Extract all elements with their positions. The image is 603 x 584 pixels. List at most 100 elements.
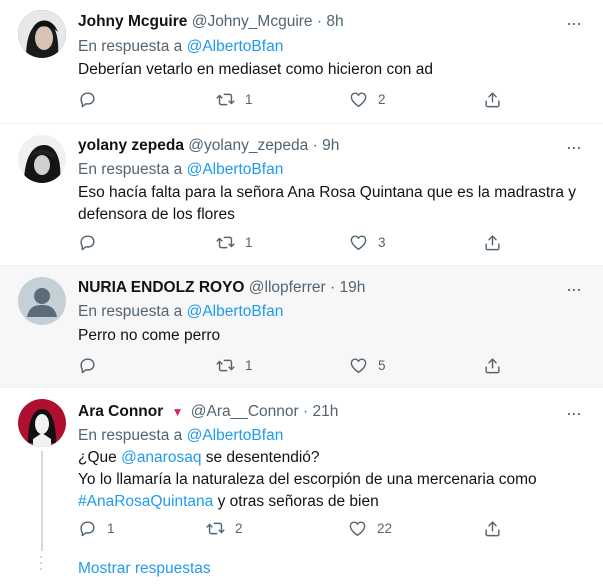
user-handle[interactable]: @yolany_zepeda	[188, 137, 308, 154]
thread-dots	[40, 556, 42, 574]
tweet-text: Eso hacía falta para la señora Ana Rosa …	[78, 182, 578, 226]
share-icon	[483, 519, 502, 538]
retweet-count: 1	[245, 235, 253, 250]
display-name[interactable]: yolany zepeda	[78, 137, 184, 154]
retweet-icon	[206, 519, 225, 538]
timestamp[interactable]: 19h	[340, 279, 366, 296]
tweet-header: NURIA ENDOLZ ROYO @llopferrer · 19h	[78, 279, 365, 297]
more-options-icon[interactable]: ···	[566, 138, 582, 156]
text-fragment: y otras señoras de bien	[213, 493, 379, 510]
reply-prefix: En respuesta a	[78, 303, 183, 320]
tweet-text-line: defensora de los flores	[78, 206, 235, 223]
timestamp[interactable]: 21h	[313, 403, 339, 420]
reply-context: En respuesta a @AlbertoBfan	[78, 38, 283, 56]
retweet-icon	[216, 356, 235, 375]
reply-mention[interactable]: @AlbertoBfan	[187, 303, 284, 320]
reply-button[interactable]	[78, 233, 107, 252]
reply-context: En respuesta a @AlbertoBfan	[78, 303, 283, 321]
more-options-icon[interactable]: ···	[566, 14, 582, 32]
retweet-icon	[216, 233, 235, 252]
user-handle[interactable]: @Johny_Mcguire	[192, 13, 313, 30]
user-handle[interactable]: @Ara__Connor	[191, 403, 299, 420]
tweet-text-line: ¿Que @anarosaq se desentendió?	[78, 447, 578, 469]
tweet-text: Perro no come perro	[78, 327, 221, 344]
share-button[interactable]	[483, 356, 502, 375]
share-icon	[483, 233, 502, 252]
tweet-nuria[interactable]: NURIA ENDOLZ ROYO @llopferrer · 19h ··· …	[0, 266, 603, 388]
default-avatar-icon	[18, 277, 66, 325]
tweet-text: Deberían vetarlo en mediaset como hicier…	[78, 61, 433, 78]
reply-mention[interactable]: @AlbertoBfan	[187, 427, 284, 444]
tweet-header: yolany zepeda @yolany_zepeda · 9h	[78, 137, 339, 155]
retweet-button[interactable]: 2	[206, 519, 243, 538]
retweet-button[interactable]: 1	[216, 356, 253, 375]
tweet-yolany[interactable]: yolany zepeda @yolany_zepeda · 9h ··· En…	[0, 124, 603, 266]
more-options-icon[interactable]: ···	[566, 280, 582, 298]
like-icon	[349, 233, 368, 252]
reply-button[interactable]	[78, 90, 107, 109]
like-button[interactable]: 3	[349, 233, 386, 252]
reply-context: En respuesta a @AlbertoBfan	[78, 161, 283, 179]
profile-badge-icon: ▼	[171, 405, 184, 419]
show-replies-link[interactable]: Mostrar respuestas	[78, 560, 211, 578]
like-icon	[349, 90, 368, 109]
retweet-button[interactable]: 1	[216, 233, 253, 252]
tweet-text-line: #AnaRosaQuintana y otras señoras de bien	[78, 491, 578, 513]
reply-prefix: En respuesta a	[78, 427, 183, 444]
tweet-header: Johny Mcguire @Johny_Mcguire · 8h	[78, 13, 344, 31]
display-name[interactable]: Ara Connor	[78, 403, 163, 420]
reply-count: 1	[107, 521, 115, 536]
hashtag-link[interactable]: #AnaRosaQuintana	[78, 493, 213, 510]
reply-button[interactable]: 1	[78, 519, 115, 538]
reply-icon	[78, 233, 97, 252]
user-handle[interactable]: @llopferrer	[249, 279, 326, 296]
reply-button[interactable]	[78, 356, 107, 375]
retweet-button[interactable]: 1	[216, 90, 253, 109]
mention-link[interactable]: @anarosaq	[121, 449, 201, 466]
display-name[interactable]: NURIA ENDOLZ ROYO	[78, 279, 244, 296]
tweet-header: Ara Connor ▼ @Ara__Connor · 21h	[78, 403, 338, 421]
tweet-text-line: Yo lo llamaría la naturaleza del escorpi…	[78, 471, 537, 488]
text-fragment: se desentendió?	[201, 449, 320, 466]
reply-context: En respuesta a @AlbertoBfan	[78, 427, 283, 445]
like-button[interactable]: 5	[349, 356, 386, 375]
like-icon	[348, 519, 367, 538]
retweet-icon	[216, 90, 235, 109]
text-fragment: ¿Que	[78, 449, 122, 466]
tweet-text-line: Eso hacía falta para la señora Ana Rosa …	[78, 184, 577, 201]
avatar[interactable]	[18, 10, 66, 58]
share-button[interactable]	[483, 233, 502, 252]
retweet-count: 1	[245, 358, 253, 373]
share-button[interactable]	[483, 90, 502, 109]
retweet-count: 1	[245, 92, 253, 107]
separator-dot: ·	[330, 279, 336, 296]
like-count: 2	[378, 92, 386, 107]
display-name[interactable]: Johny Mcguire	[78, 13, 187, 30]
separator-dot: ·	[312, 137, 318, 154]
like-count: 3	[378, 235, 386, 250]
separator-dot: ·	[303, 403, 309, 420]
more-options-icon[interactable]: ···	[566, 404, 582, 422]
avatar[interactable]	[18, 135, 66, 183]
reply-prefix: En respuesta a	[78, 38, 183, 55]
like-button[interactable]: 22	[348, 519, 392, 538]
share-button[interactable]	[483, 519, 502, 538]
reply-icon	[78, 356, 97, 375]
tweet-ara[interactable]: Ara Connor ▼ @Ara__Connor · 21h ··· En r…	[0, 388, 603, 584]
like-button[interactable]: 2	[349, 90, 386, 109]
tweet-johny[interactable]: Johny Mcguire @Johny_Mcguire · 8h ··· En…	[0, 0, 603, 124]
share-icon	[483, 356, 502, 375]
like-count: 22	[377, 521, 393, 536]
retweet-count: 2	[235, 521, 243, 536]
like-count: 5	[378, 358, 386, 373]
avatar[interactable]	[18, 399, 66, 447]
reply-mention[interactable]: @AlbertoBfan	[187, 38, 284, 55]
share-icon	[483, 90, 502, 109]
like-icon	[349, 356, 368, 375]
reply-mention[interactable]: @AlbertoBfan	[187, 161, 284, 178]
timestamp[interactable]: 9h	[322, 137, 339, 154]
reply-icon	[78, 519, 97, 538]
reply-prefix: En respuesta a	[78, 161, 183, 178]
timestamp[interactable]: 8h	[326, 13, 343, 30]
avatar[interactable]	[18, 277, 66, 325]
